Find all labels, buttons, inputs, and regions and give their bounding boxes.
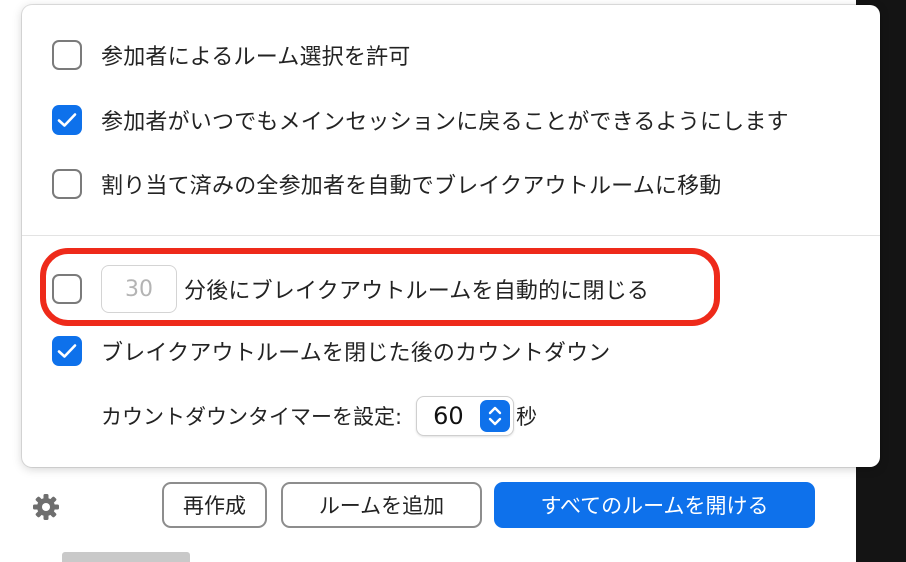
check-icon [57,344,77,358]
option-label: 参加者がいつでもメインセッションに戻ることができるようにします [101,110,789,135]
breakout-options-popover: 参加者によるルーム選択を許可 参加者がいつでもメインセッションに戻ることができる… [22,5,880,467]
countdown-checkbox[interactable] [52,336,82,366]
option-auto-move[interactable]: 割り当て済みの全参加者を自動でブレイクアウトルームに移動 [52,166,722,202]
option-return-to-main[interactable]: 参加者がいつでもメインセッションに戻ることができるようにします [52,102,789,138]
recreate-button[interactable]: 再作成 [162,482,267,528]
gear-icon[interactable] [32,493,60,525]
auto-move-checkbox[interactable] [52,169,82,199]
check-icon [57,113,77,127]
option-label: 参加者によるルーム選択を許可 [101,45,411,70]
add-room-button[interactable]: ルームを追加 [281,482,482,528]
countdown-timer-label: カウントダウンタイマーを設定: [101,405,403,429]
option-label: 割り当て済みの全参加者を自動でブレイクアウトルームに移動 [101,174,722,199]
open-all-rooms-button[interactable]: すべてのルームを開ける [494,482,815,528]
seconds-unit: 秒 [516,405,538,429]
up-down-chevron-icon[interactable] [480,400,511,432]
scrollbar-thumb[interactable] [62,552,190,562]
countdown-seconds-select[interactable]: 60 [416,396,515,436]
option-label: ブレイクアウトルームを閉じた後のカウントダウン [101,341,611,366]
highlight-annotation [40,248,720,326]
option-allow-choose-room[interactable]: 参加者によるルーム選択を許可 [52,37,410,73]
breakout-rooms-panel: 参加者によるルーム選択を許可 参加者がいつでもメインセッションに戻ることができる… [0,0,880,562]
return-to-main-checkbox[interactable] [52,105,82,135]
allow-choose-room-checkbox[interactable] [52,40,82,70]
option-countdown[interactable]: ブレイクアウトルームを閉じた後のカウントダウン [52,333,611,369]
section-divider [22,235,880,236]
countdown-seconds-value: 60 [433,402,464,430]
countdown-timer-row: カウントダウンタイマーを設定: 60 秒 [101,396,537,436]
